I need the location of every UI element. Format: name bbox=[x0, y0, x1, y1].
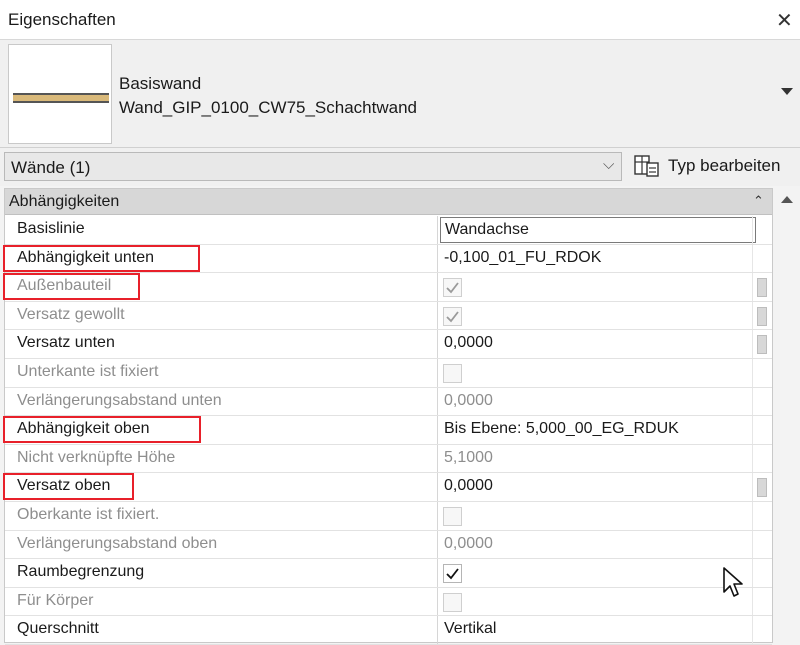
row-gutter bbox=[752, 559, 772, 587]
property-row[interactable]: Für Körper bbox=[5, 587, 772, 617]
scroll-up-icon[interactable] bbox=[781, 196, 793, 203]
property-value-cell bbox=[437, 273, 752, 301]
property-checkbox bbox=[443, 364, 462, 383]
property-value[interactable]: 0,0000 bbox=[437, 330, 752, 358]
edit-type-label: Typ bearbeiten bbox=[668, 156, 781, 175]
property-value[interactable]: Bis Ebene: 5,000_00_EG_RDUK bbox=[437, 416, 752, 444]
section-label: Abhängigkeiten bbox=[9, 193, 120, 210]
associate-parameter-button[interactable] bbox=[757, 478, 767, 498]
property-row[interactable]: Nicht verknüpfte Höhe 5,1000 bbox=[5, 444, 772, 474]
chevron-down-icon[interactable]: ⌵ bbox=[603, 156, 614, 173]
property-name: Oberkante ist fixiert. bbox=[17, 506, 160, 523]
category-filter-dropdown[interactable]: Wände (1) ⌵ bbox=[4, 152, 622, 181]
category-filter-value: Wände (1) bbox=[11, 158, 91, 177]
dropdown-arrow-icon[interactable] bbox=[781, 88, 793, 95]
property-name: Verlängerungsabstand oben bbox=[17, 534, 218, 552]
property-value-cell bbox=[437, 502, 752, 530]
row-gutter bbox=[752, 216, 772, 244]
property-name: Abhängigkeit oben bbox=[17, 420, 150, 438]
edit-type-icon bbox=[634, 155, 659, 177]
row-gutter bbox=[752, 244, 772, 273]
property-value[interactable]: -0,100_01_FU_RDOK bbox=[437, 244, 752, 273]
row-gutter bbox=[752, 416, 772, 444]
property-name: Unterkante ist fixiert bbox=[17, 363, 159, 380]
title-bar: Eigenschaften ✕ bbox=[0, 0, 800, 40]
property-checkbox bbox=[443, 278, 462, 298]
property-row[interactable]: Außenbauteil bbox=[3, 273, 772, 302]
check-icon bbox=[446, 311, 459, 323]
type-preview-image bbox=[8, 44, 112, 144]
associate-parameter-button[interactable] bbox=[757, 278, 767, 298]
property-value: 0,0000 bbox=[437, 387, 752, 416]
associate-parameter-button[interactable] bbox=[757, 306, 767, 326]
mouse-cursor-icon bbox=[723, 567, 743, 597]
property-name: Querschnitt bbox=[17, 620, 99, 638]
type-family-label: Basiswand bbox=[119, 74, 202, 93]
check-icon bbox=[446, 568, 459, 580]
check-icon bbox=[446, 282, 459, 294]
property-row[interactable]: Abhängigkeit oben Bis Ebene: 5,000_00_EG_… bbox=[3, 416, 772, 445]
property-name: Versatz unten bbox=[17, 334, 115, 352]
property-row[interactable]: Oberkante ist fixiert. bbox=[5, 502, 772, 531]
property-checkbox bbox=[443, 306, 462, 326]
property-name: Raumbegrenzung bbox=[17, 563, 145, 581]
property-row[interactable]: Basislinie Wandachse bbox=[5, 216, 772, 245]
property-value-dropdown[interactable]: Wandachse bbox=[440, 217, 756, 243]
property-name: Basislinie bbox=[17, 220, 85, 237]
edit-type-button[interactable]: Typ bearbeiten bbox=[632, 151, 794, 182]
property-name: Versatz oben bbox=[17, 477, 111, 495]
property-value-cell bbox=[437, 559, 752, 587]
associate-parameter-button[interactable] bbox=[757, 335, 767, 355]
property-name: Verlängerungsabstand unten bbox=[17, 391, 222, 409]
property-name: Außenbauteil bbox=[17, 277, 112, 295]
property-row[interactable]: Versatz unten 0,0000 bbox=[5, 330, 772, 359]
property-row[interactable]: Versatz oben 0,0000 bbox=[3, 473, 772, 502]
section-header-constraints[interactable]: Abhängigkeiten ⌃ bbox=[5, 189, 772, 215]
property-value-cell bbox=[437, 359, 752, 387]
property-row[interactable]: Querschnitt Vertikal bbox=[5, 616, 772, 645]
property-value-cell bbox=[437, 301, 752, 330]
type-name-label: Wand_GIP_0100_CW75_Schachtwand bbox=[119, 98, 417, 117]
property-checkbox[interactable] bbox=[443, 564, 462, 584]
row-gutter bbox=[752, 587, 772, 616]
property-value-cell bbox=[437, 587, 752, 616]
property-checkbox bbox=[443, 592, 462, 612]
row-gutter bbox=[752, 387, 772, 416]
collapse-icon[interactable]: ⌃ bbox=[753, 193, 764, 209]
row-gutter bbox=[752, 502, 772, 530]
property-name: Abhängigkeit unten bbox=[17, 248, 154, 266]
row-gutter bbox=[752, 359, 772, 387]
row-gutter bbox=[752, 616, 772, 644]
property-name: Versatz gewollt bbox=[17, 305, 125, 323]
properties-grid: Abhängigkeiten ⌃ Basislinie Wandachse Abhä… bbox=[3, 188, 773, 645]
row-gutter bbox=[752, 444, 772, 473]
property-row[interactable]: Abhängigkeit unten -0,100_01_FU_RDOK bbox=[3, 244, 772, 274]
property-value: 5,1000 bbox=[437, 444, 752, 473]
property-name: Für Körper bbox=[17, 591, 94, 609]
property-row[interactable]: Versatz gewollt bbox=[5, 301, 772, 331]
filter-row: Wände (1) ⌵ Typ bearbeiten bbox=[0, 148, 800, 186]
property-value[interactable]: 0,0000 bbox=[437, 473, 752, 501]
close-icon[interactable]: ✕ bbox=[776, 8, 793, 33]
property-row[interactable]: Verlängerungsabstand unten 0,0000 bbox=[5, 387, 772, 417]
property-row[interactable]: Raumbegrenzung bbox=[5, 559, 772, 588]
type-selector[interactable]: Basiswand Wand_GIP_0100_CW75_Schachtwand bbox=[0, 40, 800, 148]
property-row[interactable]: Verlängerungsabstand oben 0,0000 bbox=[5, 530, 772, 560]
property-value[interactable]: Vertikal bbox=[437, 616, 752, 644]
window-title: Eigenschaften bbox=[8, 10, 116, 29]
property-checkbox bbox=[443, 507, 462, 526]
property-name: Nicht verknüpfte Höhe bbox=[17, 448, 176, 466]
property-row[interactable]: Unterkante ist fixiert bbox=[5, 359, 772, 388]
vertical-scrollbar[interactable] bbox=[775, 188, 800, 643]
property-value: 0,0000 bbox=[437, 530, 752, 559]
row-gutter bbox=[752, 530, 772, 559]
